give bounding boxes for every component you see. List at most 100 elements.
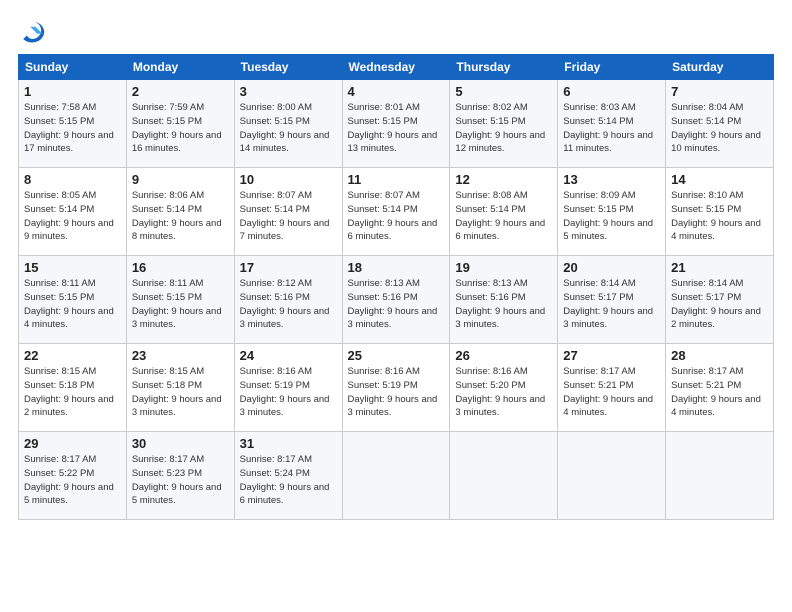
day-detail: Sunrise: 8:14 AMSunset: 5:17 PMDaylight:… — [563, 278, 653, 330]
day-detail: Sunrise: 8:17 AMSunset: 5:21 PMDaylight:… — [671, 366, 761, 418]
day-number: 29 — [24, 436, 121, 451]
day-detail: Sunrise: 8:06 AMSunset: 5:14 PMDaylight:… — [132, 190, 222, 242]
page-container: SundayMondayTuesdayWednesdayThursdayFrid… — [0, 0, 792, 530]
day-detail: Sunrise: 8:15 AMSunset: 5:18 PMDaylight:… — [24, 366, 114, 418]
calendar-cell: 5 Sunrise: 8:02 AMSunset: 5:15 PMDayligh… — [450, 80, 558, 168]
day-detail: Sunrise: 8:08 AMSunset: 5:14 PMDaylight:… — [455, 190, 545, 242]
day-detail: Sunrise: 8:02 AMSunset: 5:15 PMDaylight:… — [455, 102, 545, 154]
day-detail: Sunrise: 8:11 AMSunset: 5:15 PMDaylight:… — [132, 278, 222, 330]
calendar-cell: 14 Sunrise: 8:10 AMSunset: 5:15 PMDaylig… — [666, 168, 774, 256]
day-number: 28 — [671, 348, 768, 363]
day-detail: Sunrise: 8:03 AMSunset: 5:14 PMDaylight:… — [563, 102, 653, 154]
calendar-cell: 9 Sunrise: 8:06 AMSunset: 5:14 PMDayligh… — [126, 168, 234, 256]
day-detail: Sunrise: 8:05 AMSunset: 5:14 PMDaylight:… — [24, 190, 114, 242]
calendar-cell: 29 Sunrise: 8:17 AMSunset: 5:22 PMDaylig… — [19, 432, 127, 520]
day-detail: Sunrise: 8:07 AMSunset: 5:14 PMDaylight:… — [240, 190, 330, 242]
day-number: 4 — [348, 84, 445, 99]
calendar-cell — [342, 432, 450, 520]
day-number: 5 — [455, 84, 552, 99]
calendar-weekday-header: Saturday — [666, 55, 774, 80]
calendar-cell: 1 Sunrise: 7:58 AMSunset: 5:15 PMDayligh… — [19, 80, 127, 168]
calendar-cell — [450, 432, 558, 520]
calendar-week-row: 8 Sunrise: 8:05 AMSunset: 5:14 PMDayligh… — [19, 168, 774, 256]
calendar-cell: 7 Sunrise: 8:04 AMSunset: 5:14 PMDayligh… — [666, 80, 774, 168]
day-detail: Sunrise: 8:17 AMSunset: 5:24 PMDaylight:… — [240, 454, 330, 506]
calendar-cell: 4 Sunrise: 8:01 AMSunset: 5:15 PMDayligh… — [342, 80, 450, 168]
calendar-cell: 13 Sunrise: 8:09 AMSunset: 5:15 PMDaylig… — [558, 168, 666, 256]
day-detail: Sunrise: 8:13 AMSunset: 5:16 PMDaylight:… — [348, 278, 438, 330]
calendar-cell: 16 Sunrise: 8:11 AMSunset: 5:15 PMDaylig… — [126, 256, 234, 344]
calendar-cell: 24 Sunrise: 8:16 AMSunset: 5:19 PMDaylig… — [234, 344, 342, 432]
calendar-cell: 18 Sunrise: 8:13 AMSunset: 5:16 PMDaylig… — [342, 256, 450, 344]
day-detail: Sunrise: 7:58 AMSunset: 5:15 PMDaylight:… — [24, 102, 114, 154]
calendar-cell: 26 Sunrise: 8:16 AMSunset: 5:20 PMDaylig… — [450, 344, 558, 432]
calendar-cell: 2 Sunrise: 7:59 AMSunset: 5:15 PMDayligh… — [126, 80, 234, 168]
day-number: 30 — [132, 436, 229, 451]
day-number: 31 — [240, 436, 337, 451]
day-number: 1 — [24, 84, 121, 99]
day-detail: Sunrise: 8:11 AMSunset: 5:15 PMDaylight:… — [24, 278, 114, 330]
calendar-cell: 12 Sunrise: 8:08 AMSunset: 5:14 PMDaylig… — [450, 168, 558, 256]
day-number: 9 — [132, 172, 229, 187]
calendar-weekday-header: Wednesday — [342, 55, 450, 80]
calendar-cell: 20 Sunrise: 8:14 AMSunset: 5:17 PMDaylig… — [558, 256, 666, 344]
header-row — [18, 18, 774, 46]
calendar-cell: 25 Sunrise: 8:16 AMSunset: 5:19 PMDaylig… — [342, 344, 450, 432]
calendar-cell: 23 Sunrise: 8:15 AMSunset: 5:18 PMDaylig… — [126, 344, 234, 432]
calendar-cell: 19 Sunrise: 8:13 AMSunset: 5:16 PMDaylig… — [450, 256, 558, 344]
calendar-cell: 31 Sunrise: 8:17 AMSunset: 5:24 PMDaylig… — [234, 432, 342, 520]
day-number: 12 — [455, 172, 552, 187]
day-detail: Sunrise: 8:10 AMSunset: 5:15 PMDaylight:… — [671, 190, 761, 242]
calendar-weekday-header: Monday — [126, 55, 234, 80]
day-detail: Sunrise: 8:09 AMSunset: 5:15 PMDaylight:… — [563, 190, 653, 242]
calendar-cell: 17 Sunrise: 8:12 AMSunset: 5:16 PMDaylig… — [234, 256, 342, 344]
day-number: 18 — [348, 260, 445, 275]
calendar-weekday-header: Friday — [558, 55, 666, 80]
day-number: 21 — [671, 260, 768, 275]
day-number: 27 — [563, 348, 660, 363]
calendar-cell: 11 Sunrise: 8:07 AMSunset: 5:14 PMDaylig… — [342, 168, 450, 256]
day-number: 2 — [132, 84, 229, 99]
calendar-weekday-header: Sunday — [19, 55, 127, 80]
calendar-cell: 28 Sunrise: 8:17 AMSunset: 5:21 PMDaylig… — [666, 344, 774, 432]
day-number: 8 — [24, 172, 121, 187]
calendar-cell — [666, 432, 774, 520]
day-detail: Sunrise: 8:16 AMSunset: 5:19 PMDaylight:… — [348, 366, 438, 418]
day-number: 16 — [132, 260, 229, 275]
day-detail: Sunrise: 8:16 AMSunset: 5:20 PMDaylight:… — [455, 366, 545, 418]
day-detail: Sunrise: 8:13 AMSunset: 5:16 PMDaylight:… — [455, 278, 545, 330]
calendar-cell: 10 Sunrise: 8:07 AMSunset: 5:14 PMDaylig… — [234, 168, 342, 256]
day-detail: Sunrise: 8:12 AMSunset: 5:16 PMDaylight:… — [240, 278, 330, 330]
day-detail: Sunrise: 8:15 AMSunset: 5:18 PMDaylight:… — [132, 366, 222, 418]
day-detail: Sunrise: 8:16 AMSunset: 5:19 PMDaylight:… — [240, 366, 330, 418]
calendar-week-row: 15 Sunrise: 8:11 AMSunset: 5:15 PMDaylig… — [19, 256, 774, 344]
calendar-weekday-header: Tuesday — [234, 55, 342, 80]
calendar-cell: 8 Sunrise: 8:05 AMSunset: 5:14 PMDayligh… — [19, 168, 127, 256]
day-number: 17 — [240, 260, 337, 275]
day-number: 14 — [671, 172, 768, 187]
calendar-cell: 6 Sunrise: 8:03 AMSunset: 5:14 PMDayligh… — [558, 80, 666, 168]
day-detail: Sunrise: 8:00 AMSunset: 5:15 PMDaylight:… — [240, 102, 330, 154]
day-number: 23 — [132, 348, 229, 363]
day-number: 20 — [563, 260, 660, 275]
logo-icon — [18, 18, 46, 46]
calendar-week-row: 1 Sunrise: 7:58 AMSunset: 5:15 PMDayligh… — [19, 80, 774, 168]
day-detail: Sunrise: 8:01 AMSunset: 5:15 PMDaylight:… — [348, 102, 438, 154]
day-number: 22 — [24, 348, 121, 363]
calendar-cell: 21 Sunrise: 8:14 AMSunset: 5:17 PMDaylig… — [666, 256, 774, 344]
calendar-table: SundayMondayTuesdayWednesdayThursdayFrid… — [18, 54, 774, 520]
day-number: 3 — [240, 84, 337, 99]
day-number: 15 — [24, 260, 121, 275]
calendar-cell: 22 Sunrise: 8:15 AMSunset: 5:18 PMDaylig… — [19, 344, 127, 432]
day-number: 25 — [348, 348, 445, 363]
day-number: 19 — [455, 260, 552, 275]
calendar-cell: 15 Sunrise: 8:11 AMSunset: 5:15 PMDaylig… — [19, 256, 127, 344]
day-detail: Sunrise: 8:17 AMSunset: 5:23 PMDaylight:… — [132, 454, 222, 506]
calendar-weekday-header: Thursday — [450, 55, 558, 80]
day-number: 10 — [240, 172, 337, 187]
day-number: 26 — [455, 348, 552, 363]
day-detail: Sunrise: 8:14 AMSunset: 5:17 PMDaylight:… — [671, 278, 761, 330]
calendar-cell: 3 Sunrise: 8:00 AMSunset: 5:15 PMDayligh… — [234, 80, 342, 168]
day-number: 13 — [563, 172, 660, 187]
calendar-cell: 30 Sunrise: 8:17 AMSunset: 5:23 PMDaylig… — [126, 432, 234, 520]
